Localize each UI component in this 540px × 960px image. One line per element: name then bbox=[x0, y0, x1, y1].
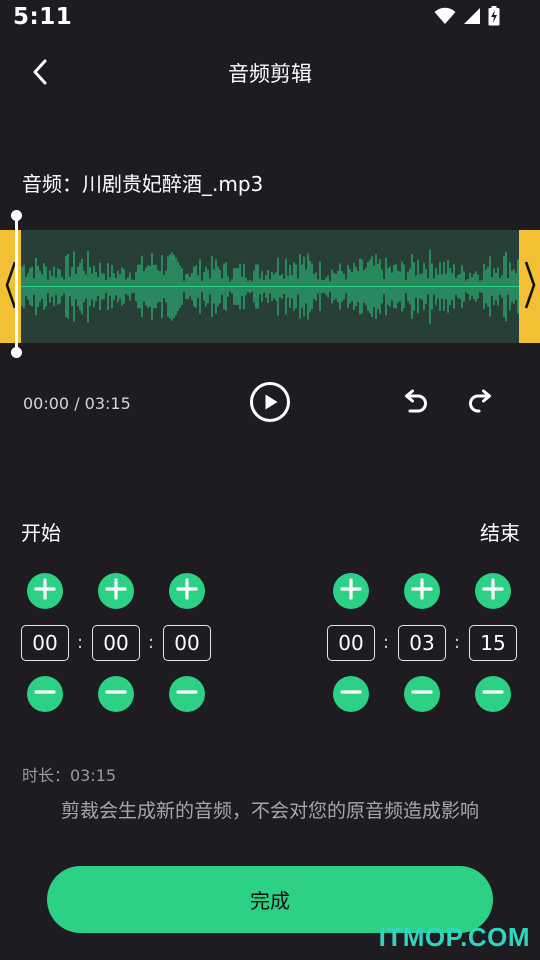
end-hours-field[interactable]: 00 bbox=[327, 625, 375, 661]
playhead-line[interactable] bbox=[15, 215, 18, 353]
waveform-svg bbox=[21, 249, 519, 324]
minus-icon bbox=[340, 681, 362, 707]
end-hours-decrement-button[interactable] bbox=[333, 676, 369, 712]
playback-time: 00:00 / 03:15 bbox=[23, 394, 131, 413]
end-minutes-decrement-button[interactable] bbox=[404, 676, 440, 712]
plus-icon bbox=[411, 578, 433, 604]
end-seconds-field[interactable]: 15 bbox=[469, 625, 517, 661]
page-title: 音频剪辑 bbox=[228, 62, 312, 86]
undo-icon bbox=[400, 387, 430, 421]
watermark: ITMOP.COM bbox=[378, 922, 530, 952]
status-icons bbox=[434, 6, 500, 30]
minus-icon bbox=[411, 681, 433, 707]
battery-charging-icon bbox=[488, 6, 500, 30]
end-seconds-decrement-button[interactable] bbox=[475, 676, 511, 712]
plus-icon bbox=[176, 578, 198, 604]
playhead-knob-bottom[interactable] bbox=[11, 347, 22, 358]
end-label: 结束 bbox=[480, 521, 520, 545]
hint-text: 剪裁会生成新的音频，不会对您的原音频造成影响 bbox=[60, 800, 479, 822]
plus-icon bbox=[340, 578, 362, 604]
minus-icon bbox=[34, 681, 56, 707]
wifi-icon bbox=[434, 7, 456, 29]
start-hours-decrement-button[interactable] bbox=[27, 676, 63, 712]
end-hours-increment-button[interactable] bbox=[333, 573, 369, 609]
time-separator: : bbox=[453, 632, 461, 653]
end-minutes-increment-button[interactable] bbox=[404, 573, 440, 609]
trim-handle-right[interactable] bbox=[519, 230, 540, 343]
end-seconds-increment-button[interactable] bbox=[475, 573, 511, 609]
start-seconds-decrement-button[interactable] bbox=[169, 676, 205, 712]
minus-icon bbox=[482, 681, 504, 707]
start-seconds-increment-button[interactable] bbox=[169, 573, 205, 609]
minus-icon bbox=[105, 681, 127, 707]
plus-icon bbox=[105, 578, 127, 604]
time-separator: : bbox=[76, 632, 84, 653]
redo-icon bbox=[466, 387, 496, 421]
start-minutes-decrement-button[interactable] bbox=[98, 676, 134, 712]
end-minutes-field[interactable]: 03 bbox=[398, 625, 446, 661]
start-minutes-increment-button[interactable] bbox=[98, 573, 134, 609]
play-button[interactable] bbox=[248, 382, 292, 426]
waveform-area[interactable] bbox=[0, 230, 540, 343]
time-separator: : bbox=[382, 632, 390, 653]
start-minutes-field[interactable]: 00 bbox=[92, 625, 140, 661]
start-seconds-field[interactable]: 00 bbox=[163, 625, 211, 661]
status-time: 5:11 bbox=[13, 4, 73, 30]
chevron-right-icon bbox=[524, 260, 536, 314]
playhead-knob-top[interactable] bbox=[11, 210, 22, 221]
plus-icon bbox=[482, 578, 504, 604]
duration-label: 时长：03:15 bbox=[22, 766, 117, 785]
start-hours-field[interactable]: 00 bbox=[21, 625, 69, 661]
plus-icon bbox=[34, 578, 56, 604]
cell-signal-icon bbox=[463, 7, 481, 29]
start-label: 开始 bbox=[21, 521, 61, 545]
time-separator: : bbox=[147, 632, 155, 653]
file-name-label: 音频：川剧贵妃醉酒_.mp3 bbox=[22, 172, 264, 196]
minus-icon bbox=[176, 681, 198, 707]
play-circle-icon bbox=[249, 381, 291, 427]
start-hours-increment-button[interactable] bbox=[27, 573, 63, 609]
redo-button[interactable] bbox=[463, 386, 499, 422]
undo-button[interactable] bbox=[397, 386, 433, 422]
